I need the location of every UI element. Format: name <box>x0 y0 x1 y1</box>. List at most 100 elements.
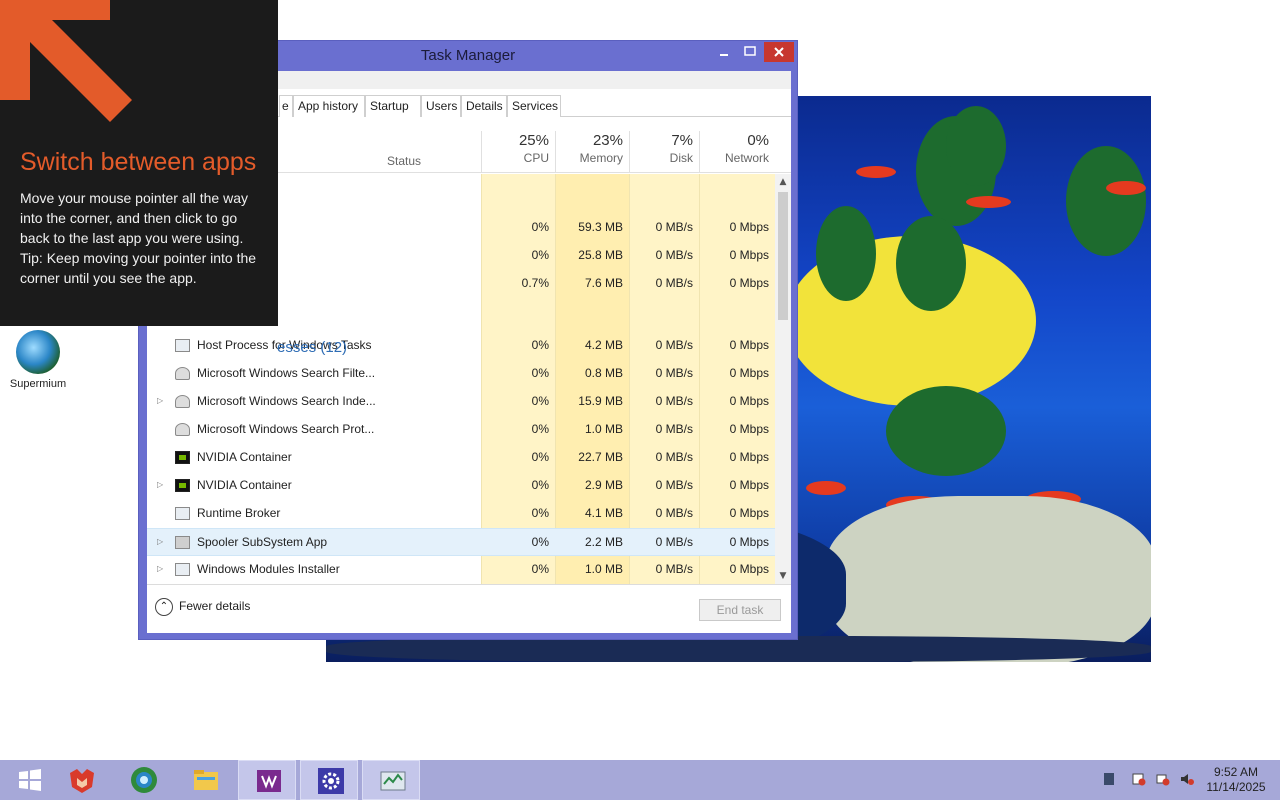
disk-cell: 0 MB/s <box>655 506 693 520</box>
table-row[interactable]: ▷ Microsoft Windows Search Inde... 0% 15.9 … <box>147 388 775 416</box>
switch-apps-tip-overlay: Switch between apps Move your mouse poin… <box>0 0 278 326</box>
taskbar-file-explorer[interactable] <box>176 760 234 800</box>
table-row[interactable]: NVIDIA Container 0% 22.7 MB 0 MB/s 0 Mbps <box>147 444 775 472</box>
green-fish <box>1066 146 1146 256</box>
clock-time: 9:52 AM <box>1213 765 1259 779</box>
clock[interactable]: 9:52 AM 11/14/2025 <box>1196 765 1276 795</box>
memory-cell: 25.8 MB <box>578 248 623 262</box>
close-icon <box>774 47 784 57</box>
disk-cell: 0 MB/s <box>655 535 693 549</box>
table-row[interactable]: Host Process for Windows Tasks 0% 4.2 MB 0 … <box>147 332 775 360</box>
table-row[interactable]: Runtime Broker 0% 4.1 MB 0 MB/s 0 Mbps <box>147 500 775 528</box>
process-name: Microsoft Windows Search Filte... <box>197 366 376 380</box>
network-icon[interactable] <box>1156 772 1170 786</box>
vertical-scrollbar[interactable]: ▲ ▼ <box>775 174 791 584</box>
memory-cell: 2.9 MB <box>584 478 623 492</box>
table-row[interactable]: Microsoft Windows Search Prot... 0% 1.0 MB… <box>147 416 775 444</box>
column-header-disk[interactable]: 7% Disk <box>629 131 699 173</box>
memory-cell: 4.1 MB <box>584 506 623 520</box>
folder-icon <box>194 770 218 790</box>
network-cell: 0 Mbps <box>729 478 769 492</box>
maximize-button[interactable] <box>737 42 763 62</box>
process-name: Spooler SubSystem App <box>197 535 328 549</box>
fewer-details-label: Fewer details <box>179 599 251 614</box>
red-fish <box>856 166 896 178</box>
minimize-button[interactable] <box>711 42 737 62</box>
volume-icon[interactable] <box>1180 772 1194 786</box>
tab-partial[interactable]: e <box>279 95 293 117</box>
taskbar-settings[interactable] <box>300 760 358 800</box>
chevron-up-icon: ⌃ <box>155 598 173 616</box>
column-header-memory[interactable]: 23% Memory <box>555 131 629 173</box>
search-icon <box>175 423 190 436</box>
cpu-cell: 0% <box>531 394 549 408</box>
scroll-down-arrow-icon[interactable]: ▼ <box>775 568 791 584</box>
cpu-cell: 0% <box>531 562 549 576</box>
tab-services[interactable]: Services <box>507 95 561 117</box>
taskbar-gitkraken[interactable] <box>52 760 110 800</box>
taskbar-onenote[interactable] <box>238 760 296 800</box>
flag-icon[interactable] <box>1102 772 1116 786</box>
expand-arrow-icon[interactable]: ▷ <box>157 564 163 573</box>
table-row[interactable]: ▷ NVIDIA Container 0% 2.9 MB 0 MB/s 0 Mbps <box>147 472 775 500</box>
cpu-cell: 0% <box>531 220 549 234</box>
cpu-cell: 0% <box>531 535 549 549</box>
taskbar-task-manager[interactable] <box>362 760 420 800</box>
process-name: NVIDIA Container <box>197 450 292 464</box>
expand-arrow-icon[interactable]: ▷ <box>157 480 163 489</box>
fewer-details-button[interactable]: ⌃ Fewer details <box>155 598 250 616</box>
maximize-icon <box>744 46 756 56</box>
disk-cell: 0 MB/s <box>655 338 693 352</box>
tab-details[interactable]: Details <box>461 95 507 117</box>
disk-cell: 0 MB/s <box>655 422 693 436</box>
disk-cell: 0 MB/s <box>655 248 693 262</box>
start-button[interactable] <box>0 760 58 800</box>
network-cell: 0 Mbps <box>729 220 769 234</box>
network-cell: 0 Mbps <box>729 562 769 576</box>
table-row[interactable]: ▷ Windows Modules Installer 0% 1.0 MB 0 MB/s… <box>147 556 775 584</box>
tab-startup[interactable]: Startup <box>365 95 421 117</box>
expand-arrow-icon[interactable]: ▷ <box>157 396 163 405</box>
scroll-up-arrow-icon[interactable]: ▲ <box>775 174 791 190</box>
network-total: 0% <box>747 132 769 149</box>
tab-app-history[interactable]: App history <box>293 95 365 117</box>
process-name: Runtime Broker <box>197 506 281 520</box>
green-fish <box>896 216 966 311</box>
disk-cell: 0 MB/s <box>655 366 693 380</box>
memory-cell: 4.2 MB <box>584 338 623 352</box>
table-row[interactable]: ▷ Spooler SubSystem App 0% 2.2 MB 0 MB/s 0 Mb… <box>147 528 775 556</box>
cpu-cell: 0% <box>531 450 549 464</box>
cpu-cell: 0% <box>531 338 549 352</box>
process-name: Microsoft Windows Search Prot... <box>197 422 375 436</box>
end-task-button[interactable]: End task <box>699 599 781 621</box>
onenote-icon <box>257 770 281 792</box>
network-cell: 0 Mbps <box>729 450 769 464</box>
tip-body: Move your mouse pointer all the way into… <box>20 188 265 288</box>
background-processes-group-header[interactable]: esses (12) <box>277 339 347 356</box>
tip-body-hint: Tip: Keep moving your pointer into the c… <box>20 250 257 286</box>
arrow-up-left-icon <box>0 0 132 122</box>
column-header-network[interactable]: 0% Network <box>699 131 775 173</box>
green-fish <box>886 386 1006 476</box>
process-name: NVIDIA Container <box>197 478 292 492</box>
supermium-icon <box>16 330 60 374</box>
memory-label: Memory <box>579 151 623 165</box>
memory-cell: 15.9 MB <box>578 394 623 408</box>
column-header-cpu[interactable]: 25% CPU <box>481 131 555 173</box>
network-label: Network <box>724 151 769 165</box>
window-icon <box>175 339 190 352</box>
disk-total: 7% <box>671 132 693 149</box>
action-center-icon[interactable] <box>1132 772 1146 786</box>
close-button[interactable] <box>764 42 794 62</box>
tab-users[interactable]: Users <box>421 95 461 117</box>
desktop-icon-supermium[interactable]: Supermium <box>6 330 70 390</box>
scroll-thumb[interactable] <box>778 192 788 320</box>
column-header-status[interactable]: Status <box>387 154 421 168</box>
tip-body-text: Move your mouse pointer all the way into… <box>20 190 248 246</box>
table-row[interactable]: Microsoft Windows Search Filte... 0% 0.8 M… <box>147 360 775 388</box>
expand-arrow-icon[interactable]: ▷ <box>157 537 163 546</box>
cpu-cell: 0% <box>531 478 549 492</box>
taskbar-supermium[interactable] <box>114 760 172 800</box>
disk-cell: 0 MB/s <box>655 562 693 576</box>
process-name: Windows Modules Installer <box>197 562 340 576</box>
